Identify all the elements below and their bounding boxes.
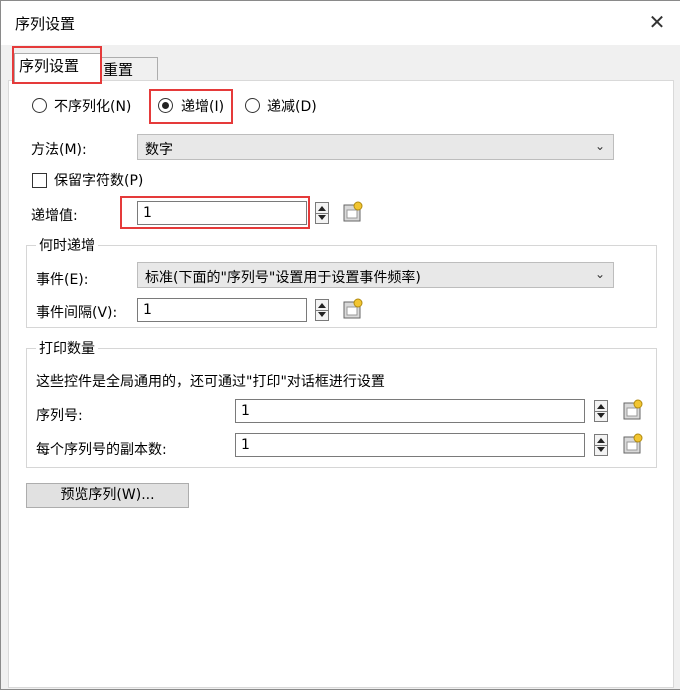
spin-icon[interactable] [315, 299, 329, 321]
chevron-down-icon: ⌄ [594, 139, 605, 153]
event-select[interactable]: 标准(下面的"序列号"设置用于设置事件频率) ⌄ [137, 262, 614, 288]
radio-increment-label: 递增(I) [181, 99, 225, 115]
spin-icon[interactable] [594, 434, 608, 456]
event-value: 标准(下面的"序列号"设置用于设置事件频率) [145, 270, 421, 286]
data-source-wizard-icon[interactable] [622, 399, 644, 421]
preview-series-button[interactable]: 预览序列(W)... [26, 483, 189, 508]
radio-no-serialize[interactable] [32, 98, 47, 113]
tab-reset[interactable]: 重置 [98, 57, 158, 82]
copies-label: 每个序列号的副本数: [36, 442, 167, 458]
copies-input[interactable]: 1 [235, 433, 585, 457]
radio-decrement-label: 递减(D) [267, 99, 317, 115]
increment-input[interactable]: 1 [137, 201, 307, 225]
copies-value: 1 [241, 437, 250, 453]
serial-input[interactable]: 1 [235, 399, 585, 423]
interval-value: 1 [143, 302, 152, 318]
method-select[interactable]: 数字 ⌄ [137, 134, 614, 160]
increment-label: 递增值: [31, 208, 78, 224]
spin-icon[interactable] [594, 400, 608, 422]
keep-chars-checkbox[interactable] [32, 173, 47, 188]
data-source-wizard-icon[interactable] [622, 433, 644, 455]
method-label: 方法(M): [31, 142, 87, 158]
radio-increment[interactable] [158, 98, 173, 113]
radio-no-serialize-label: 不序列化(N) [54, 99, 132, 115]
title-bar: 序列设置 ✕ [1, 1, 680, 45]
serial-label: 序列号: [36, 408, 83, 424]
close-icon[interactable]: ✕ [641, 9, 673, 37]
interval-label: 事件间隔(V): [36, 305, 118, 321]
radio-decrement[interactable] [245, 98, 260, 113]
event-label: 事件(E): [36, 272, 89, 288]
print-note: 这些控件是全局通用的，还可通过"打印"对话框进行设置 [36, 374, 385, 390]
keep-chars-label: 保留字符数(P) [54, 173, 144, 189]
chevron-down-icon: ⌄ [594, 267, 605, 281]
dialog-window: 序列设置 ✕ 序列设置 重置 不序列化(N) 递增(I) 递减(D) 方法(M)… [0, 0, 680, 690]
data-source-wizard-icon[interactable] [342, 298, 364, 320]
increment-value: 1 [143, 205, 152, 221]
interval-input[interactable]: 1 [137, 298, 307, 322]
tab-serial-settings[interactable]: 序列设置 [14, 53, 102, 82]
method-value: 数字 [145, 142, 173, 158]
print-quantity-title: 打印数量 [36, 338, 98, 358]
serial-value: 1 [241, 403, 250, 419]
data-source-wizard-icon[interactable] [342, 201, 364, 223]
dialog-title: 序列设置 [15, 15, 76, 33]
when-increment-title: 何时递增 [36, 235, 98, 255]
spin-icon[interactable] [315, 202, 329, 224]
